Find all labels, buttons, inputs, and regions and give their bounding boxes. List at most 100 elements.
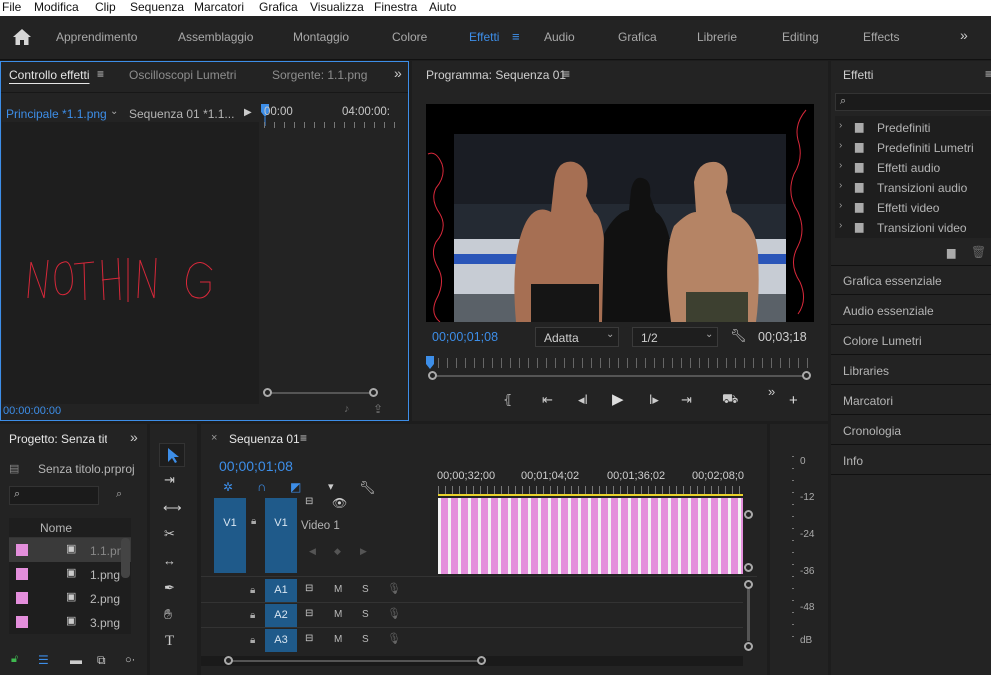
lock-icon[interactable]: 🔒︎ <box>250 635 255 646</box>
tab-source[interactable]: Sorgente: 1.1.png <box>272 68 367 82</box>
tree-item-effetti-video[interactable]: › ▆ Effetti video <box>839 199 989 219</box>
zoom-slider-icon[interactable]: ○· <box>125 654 135 666</box>
video-clips[interactable] <box>438 498 743 574</box>
freeform-view-icon[interactable]: ⧉ <box>97 653 106 668</box>
step-back-icon[interactable]: ◂ǀ <box>578 392 588 408</box>
prev-keyframe-icon[interactable]: ◀ <box>309 546 316 557</box>
program-zoom-handle-left[interactable] <box>428 371 437 380</box>
menu-file[interactable]: File <box>2 0 21 15</box>
mute-button[interactable]: M <box>334 609 342 620</box>
effects-search-input[interactable]: ⌕ <box>835 93 991 111</box>
solo-button[interactable]: S <box>362 609 369 620</box>
next-keyframe-icon[interactable]: ▶ <box>360 546 367 557</box>
workspace-grafica[interactable]: Grafica <box>618 16 657 58</box>
tab-effect-controls[interactable]: Controllo effetti <box>9 68 90 82</box>
sync-lock-icon[interactable]: ⊟ <box>305 496 313 507</box>
workspace-menu-icon[interactable]: ≡ <box>512 29 520 44</box>
linked-selection-icon[interactable]: ◩ <box>290 480 301 494</box>
home-icon[interactable] <box>12 28 32 46</box>
tree-item-predefiniti-lumetri[interactable]: › ▆ Predefiniti Lumetri <box>839 139 989 159</box>
add-marker-icon[interactable]: ▾ <box>328 480 334 493</box>
hand-icon[interactable]: ✋︎ <box>164 606 172 623</box>
solo-button[interactable]: S <box>362 584 369 595</box>
razor-icon[interactable]: ✂︎ <box>164 526 175 542</box>
mute-button[interactable]: M <box>334 634 342 645</box>
project-item[interactable]: ▣ 1.1.png <box>9 538 131 562</box>
play-icon[interactable]: ▶ <box>612 390 624 408</box>
menu-marcatori[interactable]: Marcatori <box>194 0 244 15</box>
audio-v-scrollbar[interactable] <box>747 589 750 641</box>
effect-timecode[interactable]: 00:00:00:00 <box>3 405 61 417</box>
zoom-scrollbar[interactable] <box>268 392 374 394</box>
zoom-handle-right[interactable] <box>369 388 378 397</box>
wrench-icon[interactable]: 🔧︎ <box>730 328 747 344</box>
resolution-dropdown[interactable]: 1/2 ⌄ <box>632 327 718 347</box>
export-frame-icon[interactable]: ⛟ <box>722 391 738 409</box>
panel-menu-icon[interactable]: ≡ <box>300 431 307 445</box>
v1-track-target[interactable]: V1 <box>265 498 297 573</box>
panel-libraries[interactable]: Libraries <box>831 356 991 385</box>
workspace-effetti[interactable]: Effetti <box>469 16 499 58</box>
panel-grafica-essenziale[interactable]: Grafica essenziale <box>831 266 991 295</box>
h-scroll-handle-right[interactable] <box>477 656 486 665</box>
menu-modifica[interactable]: Modifica <box>34 0 79 15</box>
microphone-icon[interactable]: 🎙︎ <box>387 582 401 595</box>
workspace-editing[interactable]: Editing <box>782 16 819 58</box>
sync-lock-icon[interactable]: ⊟ <box>305 608 313 619</box>
fit-dropdown[interactable]: Adatta ⌄ <box>535 327 619 347</box>
eye-icon[interactable]: 👁︎ <box>332 496 347 510</box>
zoom-handle-left[interactable] <box>263 388 272 397</box>
chevron-down-icon[interactable]: ⌄ <box>110 106 118 117</box>
program-video-frame[interactable] <box>426 104 814 322</box>
panel-cronologia[interactable]: Cronologia <box>831 416 991 445</box>
program-title[interactable]: Programma: Sequenza 01 <box>426 68 566 82</box>
v-scroll-handle-bottom[interactable] <box>744 563 753 572</box>
workspace-audio[interactable]: Audio <box>544 16 575 58</box>
panel-menu-icon[interactable]: ≡ <box>563 67 570 81</box>
tree-item-transizioni-audio[interactable]: › ▆ Transizioni audio <box>839 179 989 199</box>
effects-title[interactable]: Effetti <box>843 68 873 82</box>
pen-icon[interactable]: ✒︎ <box>164 580 175 596</box>
sync-lock-icon[interactable]: ⊟ <box>305 633 313 644</box>
workspace-colore[interactable]: Colore <box>392 16 427 58</box>
a2-track-target[interactable]: A2 <box>265 604 297 627</box>
timeline-title[interactable]: Sequenza 01 <box>229 432 300 446</box>
find-bin-icon[interactable]: ⌕ <box>116 488 122 501</box>
new-folder-icon[interactable]: ▆ <box>947 246 955 259</box>
a1-track-target[interactable]: A1 <box>265 579 297 602</box>
close-icon[interactable]: × <box>211 432 217 444</box>
overflow-icon[interactable]: » <box>768 384 775 399</box>
add-button-icon[interactable]: + <box>789 392 798 409</box>
menu-aiuto[interactable]: Aiuto <box>429 0 456 15</box>
column-header-name[interactable]: Nome <box>40 521 72 535</box>
sync-lock-icon[interactable]: ⊟ <box>305 583 313 594</box>
a3-track-target[interactable]: A3 <box>265 629 297 652</box>
menu-grafica[interactable]: Grafica <box>259 0 298 15</box>
program-zoom-bar[interactable] <box>432 375 808 377</box>
tree-item-transizioni-video[interactable]: › ▆ Transizioni video <box>839 219 989 239</box>
panel-overflow-icon[interactable]: » <box>130 429 138 445</box>
a-scroll-handle-top[interactable] <box>744 580 753 589</box>
play-only-icon[interactable]: ▶ <box>244 107 252 118</box>
nest-icon[interactable]: ✲ <box>223 480 233 494</box>
selection-tool[interactable] <box>159 443 185 467</box>
workspace-effects[interactable]: Effects <box>863 16 899 58</box>
export-audio-icon[interactable]: ♪ <box>344 403 350 415</box>
h-scroll-handle-left[interactable] <box>224 656 233 665</box>
workspace-overflow-icon[interactable]: » <box>960 27 968 43</box>
icon-view-icon[interactable]: ▬ <box>70 653 82 667</box>
lock-icon[interactable]: 🔓︎ <box>11 653 18 666</box>
microphone-icon[interactable]: 🎙︎ <box>387 607 401 620</box>
menu-sequenza[interactable]: Sequenza <box>130 0 184 15</box>
track-select-icon[interactable]: ⇥ <box>164 472 175 488</box>
panel-menu-icon[interactable]: ≡ <box>97 67 104 81</box>
program-timecode[interactable]: 00;00;01;08 <box>432 330 498 344</box>
lock-icon[interactable]: 🔒︎ <box>250 610 255 621</box>
go-to-out-icon[interactable]: ⇥ <box>681 392 692 408</box>
program-ruler[interactable] <box>429 358 809 368</box>
project-scrollbar[interactable] <box>121 538 130 578</box>
v1-source-patch[interactable]: V1 <box>214 498 246 573</box>
project-search-input[interactable]: ⌕ <box>9 486 99 505</box>
workspace-apprendimento[interactable]: Apprendimento <box>56 16 137 58</box>
project-item[interactable]: ▣ 1.png <box>9 562 131 586</box>
